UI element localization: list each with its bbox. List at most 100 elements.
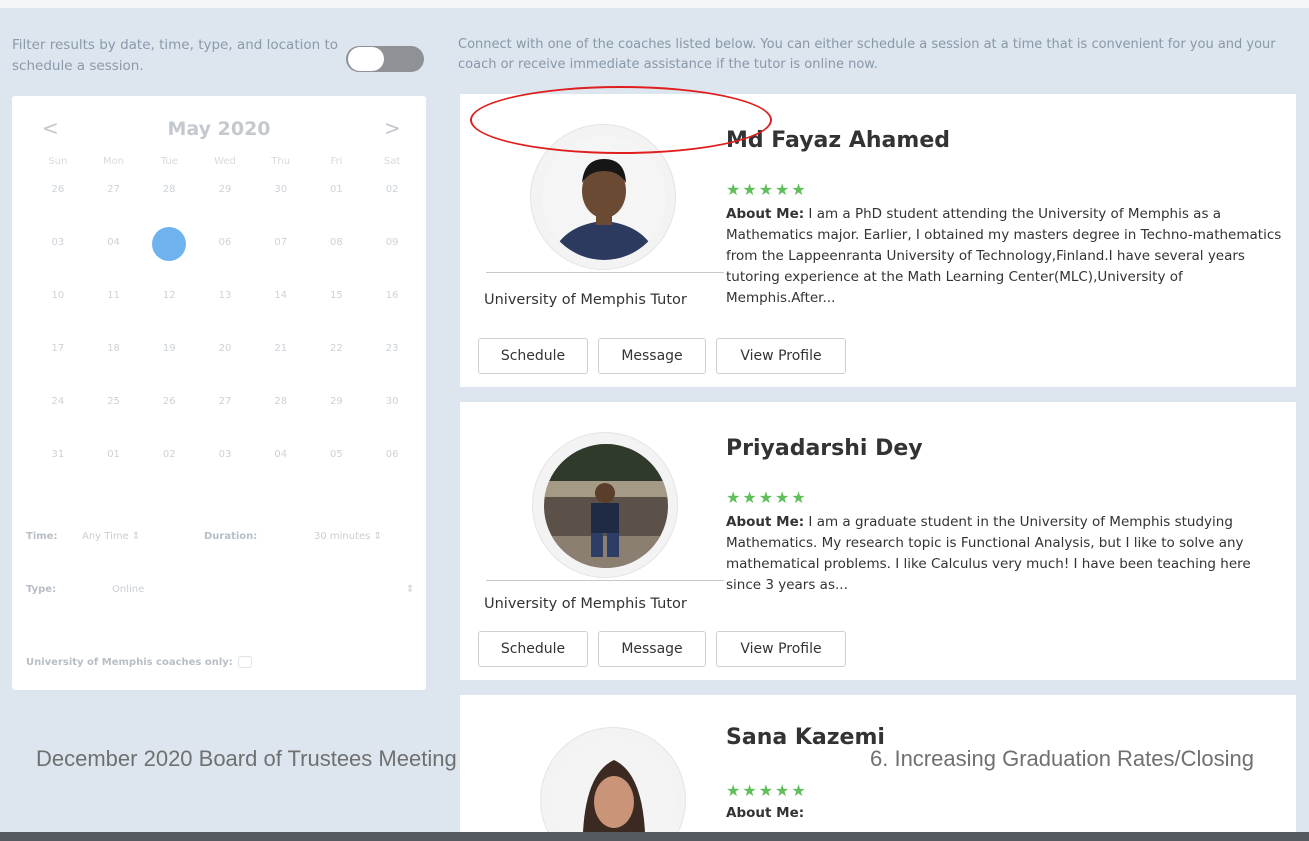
calendar-day-number: 31	[51, 449, 65, 460]
avatar-photo	[552, 739, 676, 841]
calendar-day[interactable]: 29	[197, 181, 253, 234]
weekday-label: Mon	[103, 156, 125, 167]
filter-toggle[interactable]	[346, 46, 424, 72]
calendar-day[interactable]: 02	[364, 181, 420, 234]
calendar-day[interactable]: 14	[253, 287, 309, 340]
calendar-day-number: 28	[274, 396, 288, 407]
calendar-day[interactable]: 12	[141, 287, 197, 340]
calendar-day[interactable]: 26	[141, 393, 197, 446]
calendar-day[interactable]: 01	[86, 446, 142, 499]
message-button[interactable]: Message	[598, 338, 706, 374]
calendar-day[interactable]: 21	[253, 340, 309, 393]
weekday-label: Tue	[160, 156, 178, 167]
intro-text: Connect with one of the coaches listed b…	[458, 37, 1276, 72]
avatar-photo	[544, 444, 668, 568]
calendar-day[interactable]: 05	[309, 446, 365, 499]
uofm-only-label: University of Memphis coaches only:	[26, 657, 233, 668]
type-filter-row: Type: Online ⇕	[26, 584, 414, 595]
calendar-day[interactable]: 27	[197, 393, 253, 446]
tutor-name[interactable]: Sana Kazemi	[726, 725, 885, 750]
calendar-day-number: 04	[274, 449, 288, 460]
schedule-button[interactable]: Schedule	[478, 631, 588, 667]
tutor-name[interactable]: Priyadarshi Dey	[726, 436, 923, 461]
calendar-day[interactable]: 11	[86, 287, 142, 340]
calendar-day[interactable]: 25	[86, 393, 142, 446]
uofm-only-checkbox[interactable]	[237, 656, 252, 668]
calendar-days-grid: 26 27 28 29 30 01 02 03 04 05 06 07 08 09 10 11 12 13 14 15…	[30, 181, 420, 499]
divider	[486, 580, 724, 581]
calendar-day[interactable]: 03	[30, 234, 86, 287]
calendar-day[interactable]: 15	[309, 287, 365, 340]
tutor-about: About Me: I am a graduate student in the…	[726, 512, 1286, 596]
calendar-day-number: 08	[330, 237, 343, 248]
calendar-day-number: 03	[218, 449, 232, 460]
calendar-day-number: 12	[162, 290, 176, 301]
type-select[interactable]: Online	[112, 584, 192, 595]
calendar-day-number: 02	[162, 449, 176, 460]
schedule-button[interactable]: Schedule	[478, 338, 588, 374]
calendar-day[interactable]: 24	[30, 393, 86, 446]
calendar-day[interactable]: 22	[309, 340, 365, 393]
duration-select[interactable]: 30 minutes ⇕	[314, 531, 424, 542]
message-button[interactable]: Message	[598, 631, 706, 667]
calendar-day-number: 18	[107, 343, 120, 354]
calendar-day[interactable]: 07	[253, 234, 309, 287]
calendar-day[interactable]: 30	[253, 181, 309, 234]
about-label: About Me:	[726, 805, 805, 821]
calendar-day-number: 05	[152, 227, 187, 261]
calendar-day-number: 11	[107, 290, 120, 301]
calendar-day[interactable]: 06	[364, 446, 420, 499]
calendar-day[interactable]: 05	[141, 227, 197, 287]
calendar-day[interactable]: 17	[30, 340, 86, 393]
chevron-right-icon[interactable]: >	[384, 116, 401, 140]
calendar-day[interactable]: 30	[364, 393, 420, 446]
calendar-day[interactable]: 13	[197, 287, 253, 340]
calendar-day-number: 27	[107, 184, 120, 195]
calendar-day[interactable]: 20	[197, 340, 253, 393]
calendar-day-number: 03	[51, 237, 65, 248]
calendar-day[interactable]: 18	[86, 340, 142, 393]
calendar-day-number: 14	[274, 290, 288, 301]
calendar-day[interactable]: 26	[30, 181, 86, 234]
footer-meeting-label: December 2020 Board of Trustees Meeting	[36, 746, 457, 771]
calendar-day[interactable]: 09	[364, 234, 420, 287]
view-profile-button[interactable]: View Profile	[716, 338, 846, 374]
calendar-day[interactable]: 23	[364, 340, 420, 393]
about-label: About Me:	[726, 206, 805, 222]
calendar-day-number: 26	[51, 184, 65, 195]
calendar-day[interactable]: 28	[253, 393, 309, 446]
calendar-day-number: 29	[330, 396, 343, 407]
calendar-day-number: 26	[162, 396, 176, 407]
time-select[interactable]: Any Time ⇕	[82, 531, 192, 542]
calendar-day[interactable]: 29	[309, 393, 365, 446]
calendar-day[interactable]: 04	[253, 446, 309, 499]
calendar-day[interactable]: 02	[141, 446, 197, 499]
calendar-day-number: 10	[51, 290, 65, 301]
calendar-day-number: 30	[274, 184, 288, 195]
type-caret-icon[interactable]: ⇕	[406, 584, 414, 595]
about-label: About Me:	[726, 514, 805, 530]
calendar-day[interactable]: 31	[30, 446, 86, 499]
tutor-about: About Me:	[726, 803, 1286, 824]
calendar-day-number: 13	[218, 290, 232, 301]
tutor-card: University of Memphis Tutor Priyadarshi …	[460, 402, 1296, 680]
calendar-panel: < May 2020 > Sun Mon Tue Wed Thu Fri Sat…	[12, 96, 426, 690]
calendar-day-number: 21	[274, 343, 288, 354]
weekday-header: Sun Mon Tue Wed Thu Fri Sat	[30, 156, 420, 167]
calendar-day-number: 02	[385, 184, 399, 195]
calendar-day-number: 09	[385, 237, 399, 248]
calendar-day[interactable]: 19	[141, 340, 197, 393]
about-text: I am a PhD student attending the Univers…	[726, 206, 1282, 306]
filter-hint: Filter results by date, time, type, and …	[12, 37, 339, 74]
calendar-day[interactable]: 04	[86, 234, 142, 287]
calendar-day[interactable]: 06	[197, 234, 253, 287]
rating-stars: ★★★★★	[726, 180, 808, 199]
calendar-day[interactable]: 10	[30, 287, 86, 340]
tutor-role-label: University of Memphis Tutor	[484, 596, 687, 612]
calendar-day[interactable]: 03	[197, 446, 253, 499]
calendar-day[interactable]: 08	[309, 234, 365, 287]
calendar-day[interactable]: 16	[364, 287, 420, 340]
calendar-day[interactable]: 27	[86, 181, 142, 234]
view-profile-button[interactable]: View Profile	[716, 631, 846, 667]
calendar-day[interactable]: 01	[309, 181, 365, 234]
